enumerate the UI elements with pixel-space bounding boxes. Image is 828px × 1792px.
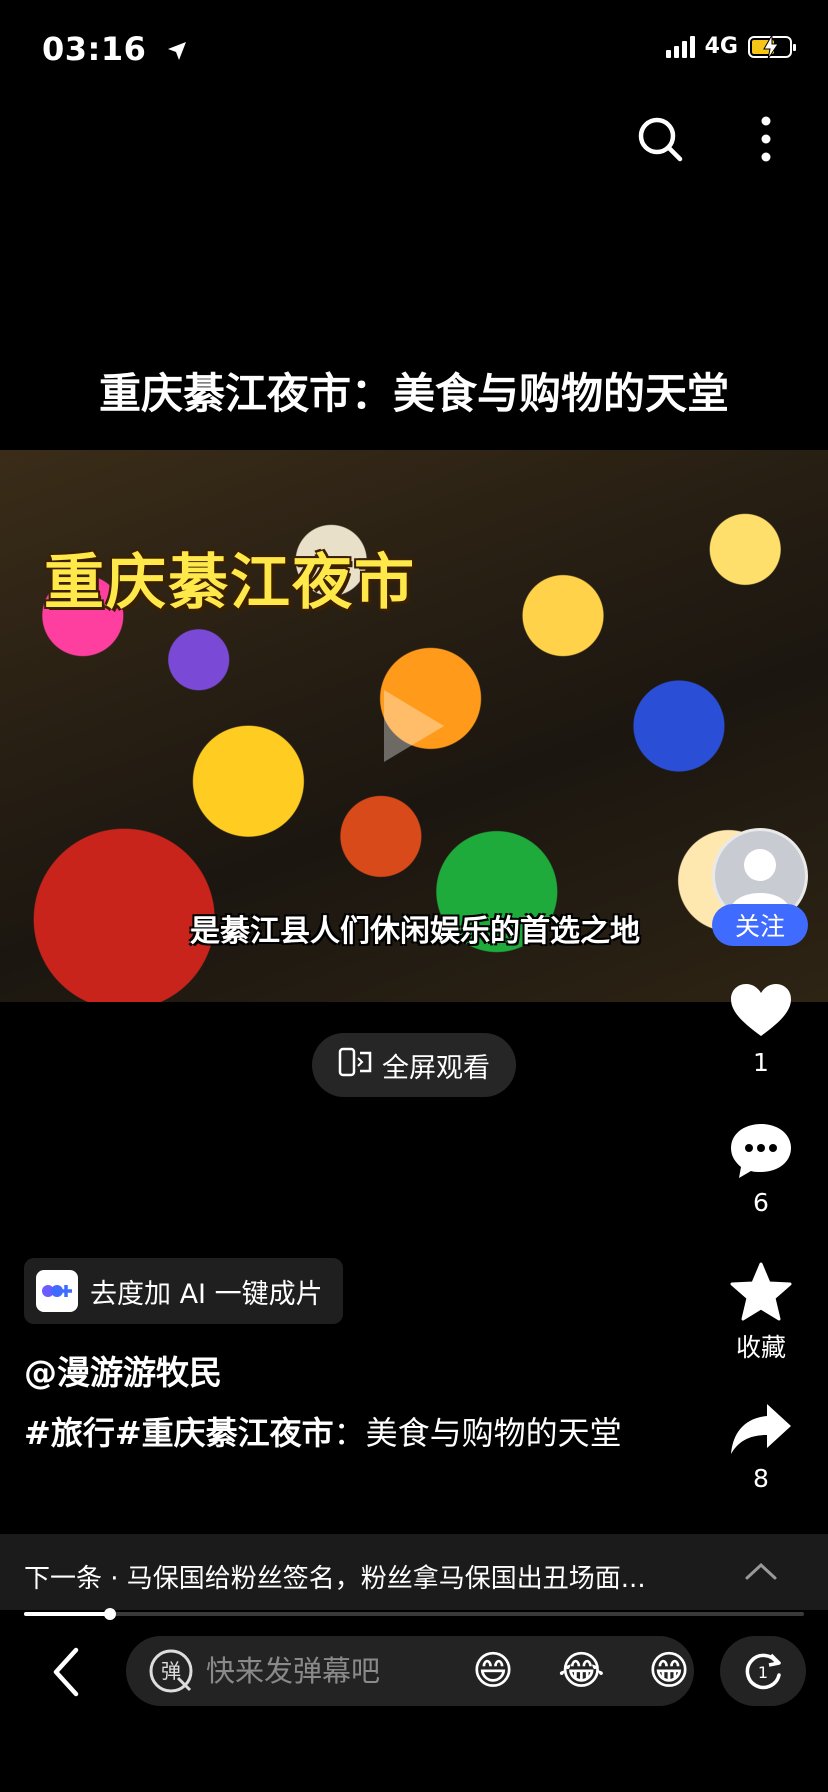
location-arrow-icon xyxy=(166,32,188,70)
danmu-toggle-icon[interactable]: 弹 xyxy=(148,1648,194,1694)
more-options-icon[interactable] xyxy=(754,115,778,163)
ai-chip-label: 去度加 AI 一键成片 xyxy=(90,1278,323,1310)
emoji-smile-button[interactable]: 😄 xyxy=(470,1648,516,1694)
like-count: 1 xyxy=(753,1048,769,1077)
danmu-bar: 弹 😄 😂 😁 xyxy=(126,1636,694,1706)
emoji-grin-button[interactable]: 😁 xyxy=(646,1648,692,1694)
duja-logo-icon xyxy=(36,1270,78,1312)
svg-text:1: 1 xyxy=(758,1663,768,1682)
description-text: ：美食与购物的天堂 xyxy=(333,1414,622,1452)
comment-button[interactable]: 6 xyxy=(711,1122,811,1217)
hashtag-night-market[interactable]: #重庆綦江夜市 xyxy=(115,1414,334,1452)
back-arrow-icon xyxy=(53,1647,79,1697)
replay-once-icon: 1 xyxy=(745,1653,781,1690)
chevron-up-icon[interactable] xyxy=(744,1560,778,1586)
back-button[interactable] xyxy=(42,1644,92,1700)
danmu-input[interactable] xyxy=(204,1653,428,1689)
favorite-label: 收藏 xyxy=(735,1333,786,1362)
search-icon[interactable] xyxy=(636,115,684,163)
video-description: #旅行#重庆綦江夜市：美食与购物的天堂 xyxy=(24,1408,644,1458)
status-time: 03:16 xyxy=(42,30,188,70)
follow-button[interactable]: 关注 xyxy=(712,904,808,946)
network-type: 4G xyxy=(704,34,738,59)
video-subtitle: 是綦江县人们休闲娱乐的首选之地 xyxy=(190,914,640,949)
playback-progress-knob[interactable] xyxy=(103,1608,116,1620)
video-title: 重庆綦江夜市：美食与购物的天堂 xyxy=(98,369,729,418)
hashtag-travel[interactable]: #旅行 xyxy=(24,1414,115,1452)
video-overlay-title: 重庆綦江夜市 xyxy=(44,548,416,618)
fullscreen-icon xyxy=(338,1047,372,1084)
replay-once-button[interactable]: 1 xyxy=(720,1636,806,1706)
comment-icon xyxy=(711,1122,811,1180)
author-handle[interactable]: @漫游游牧民 xyxy=(24,1346,222,1394)
share-count: 8 xyxy=(753,1464,769,1493)
fullscreen-button[interactable]: 全屏观看 xyxy=(312,1033,516,1097)
emoji-laugh-button[interactable]: 😂 xyxy=(558,1648,605,1694)
video-player[interactable]: 重庆綦江夜市 是綦江县人们休闲娱乐的首选之地 xyxy=(0,450,828,1002)
ai-create-chip[interactable]: 去度加 AI 一键成片 xyxy=(24,1258,343,1324)
like-button[interactable]: 1 xyxy=(711,982,811,1077)
heart-icon xyxy=(711,982,811,1038)
playback-progress-bar[interactable] xyxy=(24,1608,804,1620)
fullscreen-label: 全屏观看 xyxy=(382,1052,490,1084)
share-button[interactable]: 8 xyxy=(711,1402,811,1493)
share-icon xyxy=(711,1402,811,1456)
comment-count: 6 xyxy=(753,1188,769,1217)
playback-progress-fill xyxy=(24,1612,110,1616)
status-indicators: 4G xyxy=(665,34,796,59)
favorite-button[interactable]: 收藏 xyxy=(711,1262,811,1364)
battery-icon xyxy=(748,34,796,59)
signal-icon xyxy=(665,35,695,58)
play-icon xyxy=(378,686,448,766)
star-icon xyxy=(711,1262,811,1322)
next-video-text[interactable]: 下一条 · 马保国给粉丝签名，粉丝拿马保国出丑场面... xyxy=(24,1558,714,1595)
